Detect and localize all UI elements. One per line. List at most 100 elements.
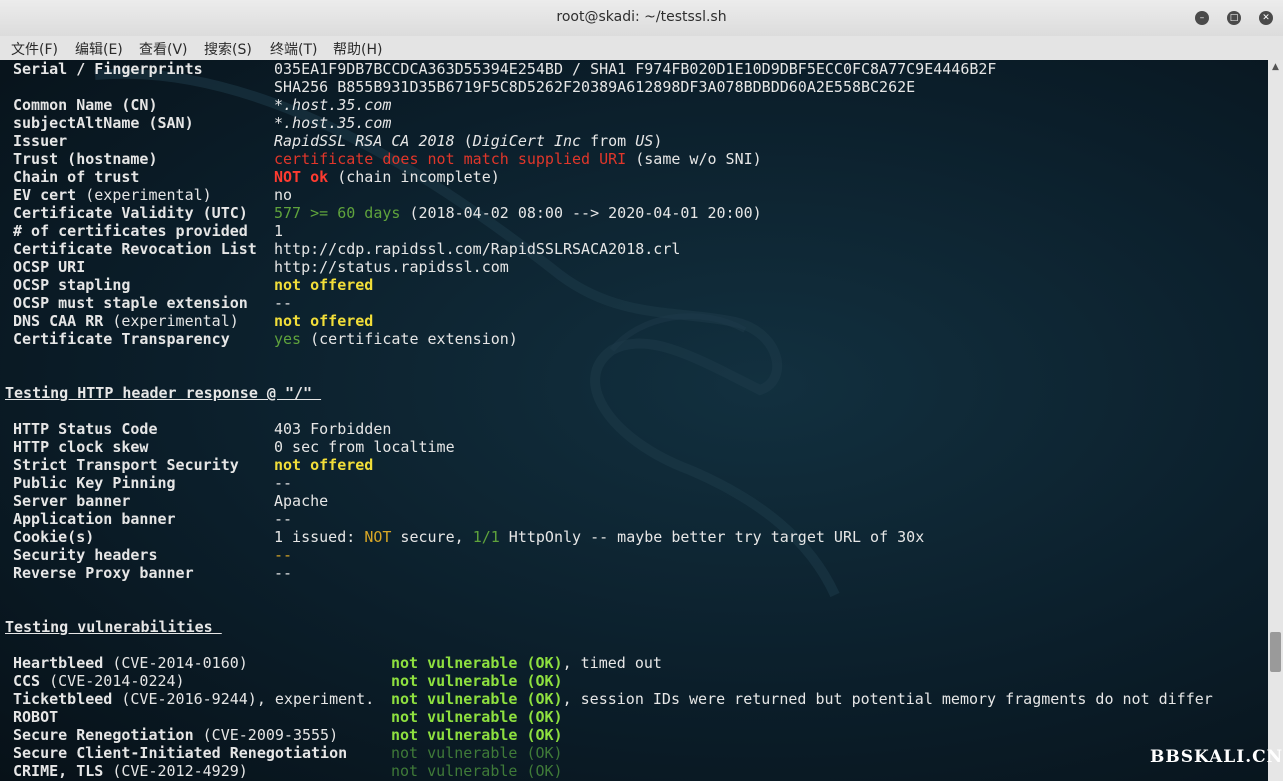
scrollbar-thumb[interactable] [1270,632,1281,672]
http-server-value: Apache [274,492,329,510]
chain-note: (chain incomplete) [328,168,500,186]
http-section-header: Testing HTTP header response @ "/" [5,384,322,402]
vuln-robot-value: not vulnerable (OK) [391,708,563,726]
cert-issuer-value: RapidSSL RSA CA 2018 (DigiCert Inc from … [274,132,662,150]
http-cookie-label: Cookie(s) [13,528,95,546]
cert-ocsp-row: OCSP URI http://status.rapidssl.com [0,258,509,276]
http-proxy-value: -- [274,564,293,582]
cert-crl-value: http://cdp.rapidssl.com/RapidSSLRSACA201… [274,240,681,258]
http-status-label: HTTP Status Code [13,420,158,438]
http-cookie-value: 1 issued: NOT secure, 1/1 HttpOnly -- ma… [274,528,924,546]
vuln-ccs-value: not vulnerable (OK) [391,672,563,690]
issuer-paren-close: ) [653,132,663,150]
cert-san-row: subjectAltName (SAN) *.host.35.com [0,114,391,132]
http-hpkp-label: Public Key Pinning [13,474,176,492]
ccs-label-text: CCS [13,672,41,690]
cert-muststaple-label: OCSP must staple extension [13,294,248,312]
menu-bar: 文件(F) 编辑(E) 查看(V) 搜索(S) 终端(T) 帮助(H) [0,36,1283,61]
cert-caa-row: DNS CAA RR (experimental) not offered [0,312,373,330]
cert-validity-row: Certificate Validity (UTC) 577 >= 60 day… [0,204,762,222]
cert-san-label: subjectAltName (SAN) [13,114,194,132]
ticketbleed-ok: not vulnerable (OK) [391,690,563,708]
http-sechdr-row: Security headers -- [0,546,292,564]
issuer-ca: RapidSSL RSA CA 2018 [274,132,455,150]
vuln-heartbleed-row: Heartbleed (CVE-2014-0160) not vulnerabl… [0,654,662,672]
vuln-ticketbleed-row: Ticketbleed (CVE-2016-9244), experiment.… [0,690,1213,708]
menu-edit[interactable]: 编辑(E) [75,39,123,59]
trust-note: (same w/o SNI) [626,150,762,168]
menu-search[interactable]: 搜索(S) [204,39,252,59]
menu-view[interactable]: 查看(V) [139,39,188,59]
http-sechdr-label: Security headers [13,546,158,564]
ev-label-note: (experimental) [76,186,212,204]
http-app-row: Application banner -- [0,510,292,528]
cert-muststaple-value: -- [274,294,293,312]
kali-dragon-watermark [94,68,840,598]
close-icon[interactable]: ✕ [1259,11,1273,25]
cert-cn-row: Common Name (CN) *.host.35.com [0,96,391,114]
heartbleed-ok: not vulnerable (OK) [391,654,563,672]
vuln-crime-label: CRIME, TLS (CVE-2012-4929) [13,762,248,780]
cert-stapling-row: OCSP stapling not offered [0,276,373,294]
cert-sha256-value: SHA256 B855B931D35B6719F5C8D5262F20389A6… [274,78,916,96]
scroll-up-icon[interactable]: ▲ [1268,60,1283,74]
cookie-fraction: 1/1 [472,528,500,546]
menu-terminal[interactable]: 终端(T) [270,39,317,59]
issuer-from: from [581,132,636,150]
window-titlebar[interactable]: root@skadi: ~/testssl.sh – □ ✕ [0,0,1283,36]
vuln-ticketbleed-value: not vulnerable (OK), session IDs were re… [391,690,1213,708]
cert-serial-label: Serial / Fingerprints [13,60,203,78]
cert-count-label: # of certificates provided [13,222,248,240]
issuer-org: DigiCert Inc [472,132,582,150]
vuln-cireneg-value: not vulnerable (OK) [391,744,563,762]
cert-serial-row: Serial / Fingerprints 035EA1F9DB7BCCDCA3… [0,60,996,78]
cert-count-row: # of certificates provided 1 [0,222,283,240]
terminal-scrollbar[interactable]: ▲ [1268,60,1283,781]
http-hsts-value: not offered [274,456,374,474]
maximize-icon[interactable]: □ [1227,11,1241,25]
cert-chain-value: NOT ok (chain incomplete) [274,168,500,186]
crime-label-text: CRIME, TLS [13,762,104,780]
cert-ev-label: EV cert (experimental) [13,186,212,204]
validity-ok: 577 >= 60 days [274,204,401,222]
menu-file[interactable]: 文件(F) [11,39,58,59]
crime-cve: (CVE-2012-4929) [103,762,248,780]
cookie-httponly: HttpOnly -- maybe better try target URL … [499,528,925,546]
terminal-output[interactable]: Serial / Fingerprints 035EA1F9DB7BCCDCA3… [0,60,1268,781]
cert-cn-value: *.host.35.com [274,96,392,114]
http-status-value: 403 Forbidden [274,420,392,438]
cert-serial-value: 035EA1F9DB7BCCDCA363D55394E254BD / SHA1 … [274,60,997,78]
window-title: root@skadi: ~/testssl.sh [556,9,727,25]
cert-chain-row: Chain of trust NOT ok (chain incomplete) [0,168,500,186]
minimize-icon[interactable]: – [1195,11,1209,25]
cert-crl-row: Certificate Revocation List http://cdp.r… [0,240,680,258]
ccs-cve: (CVE-2014-0224) [40,672,185,690]
http-cookie-row: Cookie(s) 1 issued: NOT secure, 1/1 Http… [0,528,924,546]
heartbleed-cve: (CVE-2014-0160) [103,654,248,672]
cert-ct-value: yes (certificate extension) [274,330,518,348]
cert-ev-row: EV cert (experimental) no [0,186,292,204]
http-proxy-label: Reverse Proxy banner [13,564,194,582]
vuln-ccs-row: CCS (CVE-2014-0224) not vulnerable (OK) [0,672,563,690]
cert-crl-label: Certificate Revocation List [13,240,257,258]
http-server-row: Server banner Apache [0,492,328,510]
cert-validity-value: 577 >= 60 days (2018-04-02 08:00 --> 202… [274,204,762,222]
caa-label-note: (experimental) [103,312,239,330]
validity-range: (2018-04-02 08:00 --> 2020-04-01 20:00) [400,204,762,222]
trust-warning: certificate does not match supplied URI [274,150,627,168]
caa-label-text: DNS CAA RR [13,312,104,330]
reneg-cve: (CVE-2009-3555) [193,726,339,744]
cert-issuer-label: Issuer [13,132,68,150]
cert-sha256-row: SHA256 B855B931D35B6719F5C8D5262F20389A6… [0,78,915,96]
http-skew-label: HTTP clock skew [13,438,149,456]
vuln-crime-value: not vulnerable (OK) [391,762,563,780]
vuln-heartbleed-value: not vulnerable (OK), timed out [391,654,662,672]
cert-ev-value: no [274,186,293,204]
http-skew-value: 0 sec from localtime [274,438,455,456]
vuln-heartbleed-label: Heartbleed (CVE-2014-0160) [13,654,248,672]
menu-help[interactable]: 帮助(H) [333,39,382,59]
cert-ocsp-label: OCSP URI [13,258,86,276]
http-app-value: -- [274,510,293,528]
http-hpkp-value: -- [274,474,293,492]
vuln-reneg-row: Secure Renegotiation (CVE-2009-3555) not… [0,726,563,744]
